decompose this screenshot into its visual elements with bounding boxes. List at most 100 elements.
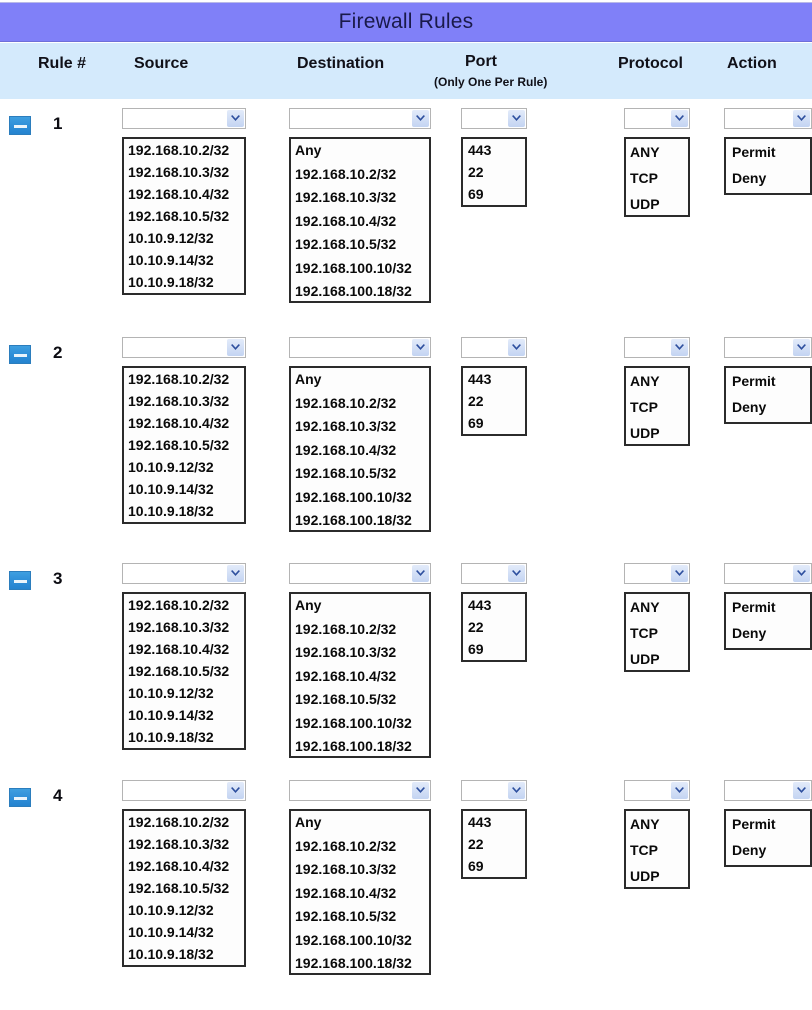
list-item[interactable]: Permit bbox=[726, 368, 810, 394]
protocol-listbox-4[interactable]: ANY TCP UDP bbox=[624, 809, 690, 889]
port-select-2[interactable] bbox=[461, 337, 527, 358]
list-item[interactable]: 192.168.10.3/32 bbox=[124, 161, 244, 183]
action-select-1[interactable] bbox=[724, 108, 812, 129]
destination-listbox-4[interactable]: Any 192.168.10.2/32 192.168.10.3/32 192.168… bbox=[289, 809, 431, 975]
list-item[interactable]: TCP bbox=[626, 394, 688, 420]
port-listbox-4[interactable]: 443 22 69 bbox=[461, 809, 527, 879]
list-item[interactable]: 192.168.10.4/32 bbox=[124, 412, 244, 434]
list-item[interactable]: 192.168.10.5/32 bbox=[124, 660, 244, 682]
list-item[interactable]: 192.168.10.4/32 bbox=[291, 210, 429, 234]
list-item[interactable]: UDP bbox=[626, 863, 688, 887]
list-item[interactable]: 22 bbox=[463, 616, 525, 638]
list-item[interactable]: 192.168.100.10/32 bbox=[291, 486, 429, 510]
list-item[interactable]: 10.10.9.12/32 bbox=[124, 227, 244, 249]
chevron-down-icon[interactable] bbox=[671, 339, 688, 356]
list-item[interactable]: 10.10.9.14/32 bbox=[124, 478, 244, 500]
list-item[interactable]: 22 bbox=[463, 833, 525, 855]
list-item[interactable]: 69 bbox=[463, 855, 525, 877]
list-item[interactable]: Deny bbox=[726, 837, 810, 863]
list-item[interactable]: 192.168.10.4/32 bbox=[291, 882, 429, 906]
protocol-listbox-3[interactable]: ANY TCP UDP bbox=[624, 592, 690, 672]
action-select-4[interactable] bbox=[724, 780, 812, 801]
list-item[interactable]: ANY bbox=[626, 811, 688, 837]
list-item[interactable]: 192.168.100.10/32 bbox=[291, 712, 429, 736]
list-item[interactable]: 10.10.9.18/32 bbox=[124, 500, 244, 522]
list-item[interactable]: 443 bbox=[463, 594, 525, 616]
chevron-down-icon[interactable] bbox=[793, 565, 810, 582]
list-item[interactable]: Deny bbox=[726, 394, 810, 420]
list-item[interactable]: 443 bbox=[463, 811, 525, 833]
list-item[interactable]: 22 bbox=[463, 390, 525, 412]
chevron-down-icon[interactable] bbox=[227, 339, 244, 356]
protocol-select-2[interactable] bbox=[624, 337, 690, 358]
list-item[interactable]: 10.10.9.12/32 bbox=[124, 456, 244, 478]
protocol-select-4[interactable] bbox=[624, 780, 690, 801]
list-item[interactable]: 10.10.9.14/32 bbox=[124, 921, 244, 943]
list-item[interactable]: Any bbox=[291, 368, 429, 392]
source-select-1[interactable] bbox=[122, 108, 246, 129]
protocol-select-1[interactable] bbox=[624, 108, 690, 129]
list-item[interactable]: 192.168.100.18/32 bbox=[291, 509, 429, 530]
destination-select-1[interactable] bbox=[289, 108, 431, 129]
chevron-down-icon[interactable] bbox=[227, 110, 244, 127]
list-item[interactable]: 69 bbox=[463, 638, 525, 660]
port-listbox-1[interactable]: 443 22 69 bbox=[461, 137, 527, 207]
destination-listbox-1[interactable]: Any 192.168.10.2/32 192.168.10.3/32 192.168… bbox=[289, 137, 431, 303]
source-select-4[interactable] bbox=[122, 780, 246, 801]
chevron-down-icon[interactable] bbox=[412, 110, 429, 127]
list-item[interactable]: 10.10.9.14/32 bbox=[124, 249, 244, 271]
chevron-down-icon[interactable] bbox=[793, 782, 810, 799]
minus-icon[interactable] bbox=[9, 116, 31, 135]
list-item[interactable]: 192.168.10.2/32 bbox=[291, 618, 429, 642]
chevron-down-icon[interactable] bbox=[671, 782, 688, 799]
source-listbox-4[interactable]: 192.168.10.2/32 192.168.10.3/32 192.168.10… bbox=[122, 809, 246, 967]
chevron-down-icon[interactable] bbox=[227, 782, 244, 799]
action-select-3[interactable] bbox=[724, 563, 812, 584]
chevron-down-icon[interactable] bbox=[508, 339, 525, 356]
source-select-2[interactable] bbox=[122, 337, 246, 358]
list-item[interactable]: 192.168.10.4/32 bbox=[291, 665, 429, 689]
list-item[interactable]: 192.168.10.5/32 bbox=[291, 233, 429, 257]
list-item[interactable]: Deny bbox=[726, 620, 810, 646]
list-item[interactable]: 192.168.10.3/32 bbox=[124, 390, 244, 412]
list-item[interactable]: TCP bbox=[626, 837, 688, 863]
list-item[interactable]: 192.168.10.2/32 bbox=[291, 163, 429, 187]
list-item[interactable]: 10.10.9.12/32 bbox=[124, 682, 244, 704]
port-select-3[interactable] bbox=[461, 563, 527, 584]
list-item[interactable]: 192.168.10.5/32 bbox=[124, 877, 244, 899]
list-item[interactable]: 192.168.10.4/32 bbox=[124, 855, 244, 877]
list-item[interactable]: ANY bbox=[626, 594, 688, 620]
list-item[interactable]: ANY bbox=[626, 368, 688, 394]
protocol-listbox-1[interactable]: ANY TCP UDP bbox=[624, 137, 690, 217]
protocol-select-3[interactable] bbox=[624, 563, 690, 584]
list-item[interactable]: Permit bbox=[726, 139, 810, 165]
list-item[interactable]: Deny bbox=[726, 165, 810, 191]
action-listbox-1[interactable]: Permit Deny bbox=[724, 137, 812, 195]
list-item[interactable]: 192.168.10.3/32 bbox=[124, 833, 244, 855]
chevron-down-icon[interactable] bbox=[671, 565, 688, 582]
list-item[interactable]: 22 bbox=[463, 161, 525, 183]
list-item[interactable]: 192.168.10.3/32 bbox=[291, 641, 429, 665]
port-listbox-3[interactable]: 443 22 69 bbox=[461, 592, 527, 662]
chevron-down-icon[interactable] bbox=[793, 339, 810, 356]
list-item[interactable]: 192.168.10.5/32 bbox=[291, 688, 429, 712]
port-select-4[interactable] bbox=[461, 780, 527, 801]
list-item[interactable]: 443 bbox=[463, 139, 525, 161]
list-item[interactable]: 192.168.10.3/32 bbox=[291, 415, 429, 439]
port-listbox-2[interactable]: 443 22 69 bbox=[461, 366, 527, 436]
destination-listbox-3[interactable]: Any 192.168.10.2/32 192.168.10.3/32 192.168… bbox=[289, 592, 431, 758]
list-item[interactable]: 192.168.10.4/32 bbox=[291, 439, 429, 463]
list-item[interactable]: 192.168.10.3/32 bbox=[291, 858, 429, 882]
list-item[interactable]: 10.10.9.18/32 bbox=[124, 943, 244, 965]
list-item[interactable]: 192.168.10.4/32 bbox=[124, 183, 244, 205]
action-select-2[interactable] bbox=[724, 337, 812, 358]
chevron-down-icon[interactable] bbox=[793, 110, 810, 127]
destination-select-3[interactable] bbox=[289, 563, 431, 584]
list-item[interactable]: 10.10.9.12/32 bbox=[124, 899, 244, 921]
list-item[interactable]: TCP bbox=[626, 165, 688, 191]
list-item[interactable]: 10.10.9.14/32 bbox=[124, 704, 244, 726]
list-item[interactable]: 192.168.10.3/32 bbox=[291, 186, 429, 210]
source-listbox-2[interactable]: 192.168.10.2/32 192.168.10.3/32 192.168.10… bbox=[122, 366, 246, 524]
list-item[interactable]: 443 bbox=[463, 368, 525, 390]
destination-select-2[interactable] bbox=[289, 337, 431, 358]
